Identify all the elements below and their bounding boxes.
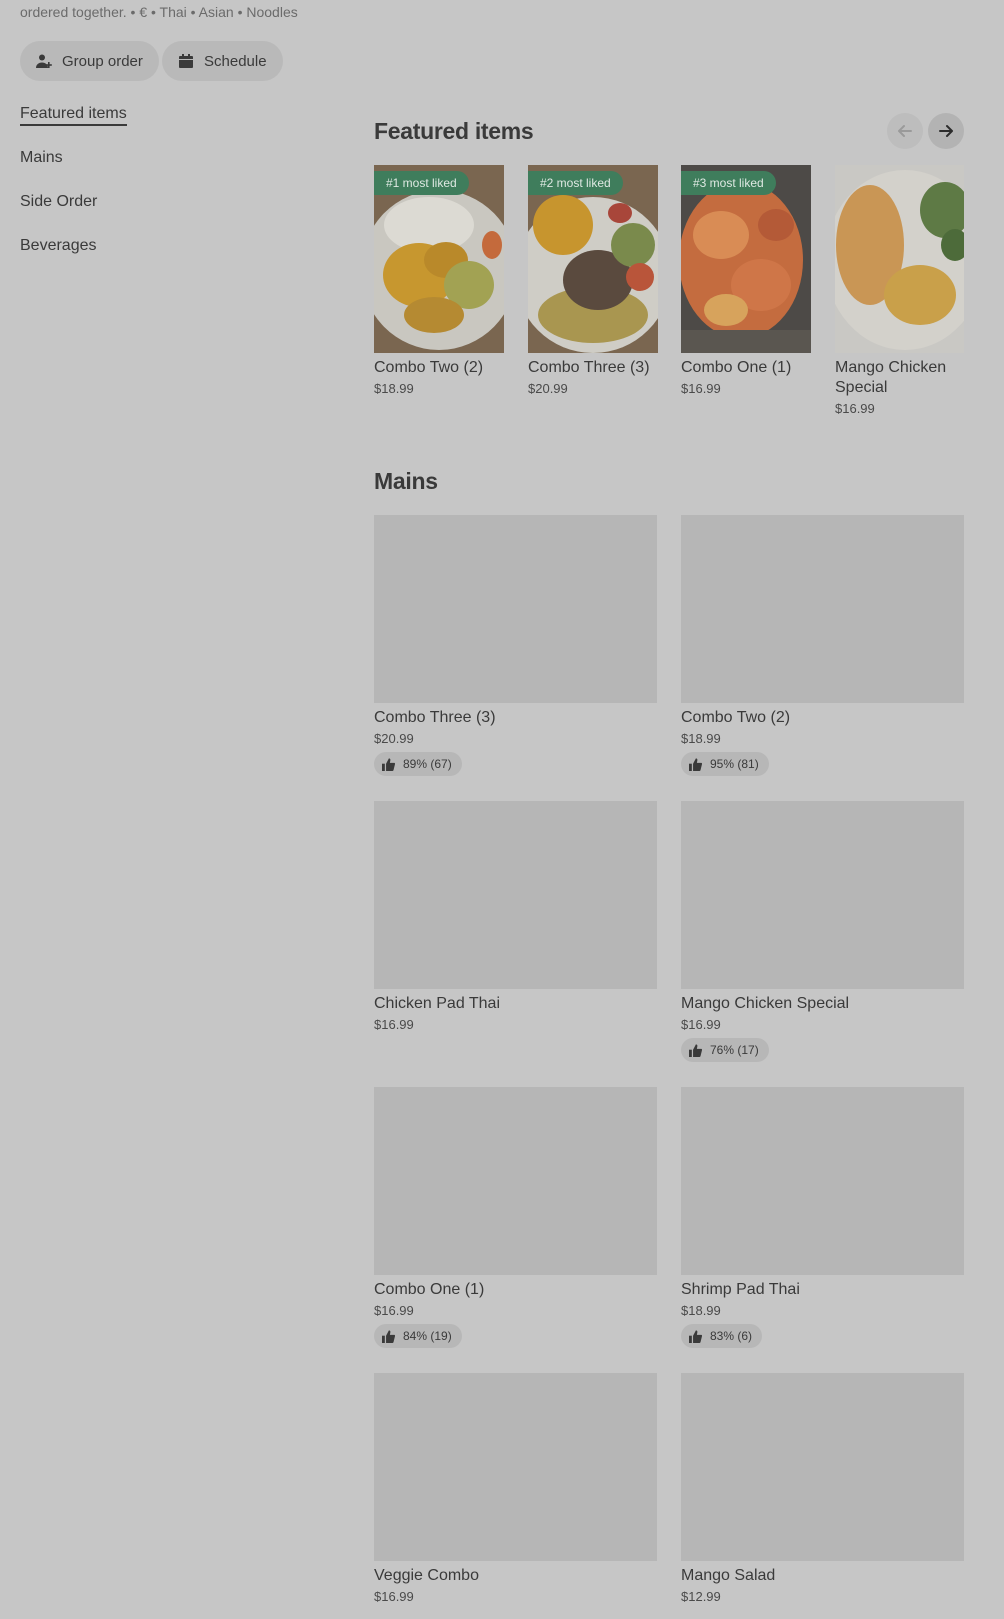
arrow-right-icon: [939, 125, 953, 137]
menu-item-price: $20.99: [374, 731, 414, 746]
featured-item-price: $16.99: [681, 381, 721, 396]
nav-item-mains[interactable]: Mains: [20, 144, 127, 188]
thumbs-up-icon: [689, 1043, 702, 1057]
rating-text: 95% (81): [710, 757, 759, 771]
rating-badge: 84% (19): [374, 1324, 462, 1348]
featured-item-image: #2 most liked: [528, 165, 658, 353]
menu-item-card[interactable]: Veggie Combo $16.99: [374, 1373, 657, 1604]
featured-carousel: #1 most liked Combo Two (2) $18.99 #2 mo…: [374, 165, 964, 425]
mains-section-title: Mains: [374, 468, 438, 494]
carousel-prev-button[interactable]: [887, 113, 923, 149]
rating-text: 89% (67): [403, 757, 452, 771]
most-liked-badge: #1 most liked: [374, 171, 469, 195]
menu-item-image: [374, 515, 657, 703]
category-nav: Featured items Mains Side Order Beverage…: [20, 100, 127, 276]
menu-item-image: [681, 801, 964, 989]
arrow-left-icon: [898, 125, 912, 137]
calendar-icon: [179, 54, 193, 68]
most-liked-badge: #3 most liked: [681, 171, 776, 195]
menu-item-card[interactable]: Combo Three (3) $20.99 89% (67): [374, 515, 657, 776]
schedule-button[interactable]: Schedule: [162, 41, 283, 81]
most-liked-badge: #2 most liked: [528, 171, 623, 195]
menu-item-name: Mango Salad: [681, 1567, 776, 1584]
nav-item-label: Mains: [20, 149, 63, 166]
featured-item-image: #3 most liked: [681, 165, 811, 353]
menu-item-image: [681, 515, 964, 703]
menu-item-card[interactable]: Combo Two (2) $18.99 95% (81): [681, 515, 964, 776]
featured-item-card[interactable]: #2 most liked Combo Three (3) $20.99: [528, 165, 658, 396]
menu-item-price: $16.99: [374, 1017, 414, 1032]
rating-badge: 89% (67): [374, 752, 462, 776]
nav-item-beverages[interactable]: Beverages: [20, 232, 127, 276]
featured-item-image: [835, 165, 964, 353]
nav-item-label: Featured items: [20, 105, 127, 126]
group-order-button[interactable]: Group order: [20, 41, 159, 81]
featured-item-price: $20.99: [528, 381, 568, 396]
featured-item-price: $16.99: [835, 401, 875, 416]
carousel-next-button[interactable]: [928, 113, 964, 149]
menu-item-name: Combo One (1): [374, 1281, 485, 1298]
thumbs-up-icon: [382, 757, 395, 771]
menu-item-price: $16.99: [374, 1589, 414, 1604]
featured-item-card[interactable]: Mango Chicken Special $16.99: [835, 165, 964, 416]
menu-item-name: Mango Chicken Special: [681, 995, 850, 1012]
featured-item-price: $18.99: [374, 381, 414, 396]
rating-badge: 76% (17): [681, 1038, 769, 1062]
rating-badge: 95% (81): [681, 752, 769, 776]
thumbs-up-icon: [689, 757, 702, 771]
menu-item-image: [374, 1087, 657, 1275]
featured-item-name: Combo One (1): [681, 359, 792, 376]
menu-item-card[interactable]: Mango Salad $12.99: [681, 1373, 964, 1604]
featured-item-name: Combo Three (3): [528, 359, 650, 376]
thumbs-up-icon: [689, 1329, 702, 1343]
menu-item-name: Chicken Pad Thai: [374, 995, 500, 1012]
featured-item-card[interactable]: #1 most liked Combo Two (2) $18.99: [374, 165, 504, 396]
featured-item-name: Combo Two (2): [374, 359, 484, 376]
menu-item-card[interactable]: Combo One (1) $16.99 84% (19): [374, 1087, 657, 1348]
menu-item-image: [374, 801, 657, 989]
menu-item-name: Veggie Combo: [374, 1567, 479, 1584]
menu-item-image: [681, 1087, 964, 1275]
menu-item-image: [681, 1373, 964, 1561]
thumbs-up-icon: [382, 1329, 395, 1343]
menu-item-price: $16.99: [681, 1017, 721, 1032]
menu-item-name: Combo Two (2): [681, 709, 791, 726]
menu-item-name: Shrimp Pad Thai: [681, 1281, 800, 1298]
menu-item-price: $18.99: [681, 1303, 721, 1318]
featured-item-card[interactable]: #3 most liked Combo One (1) $16.99: [681, 165, 811, 396]
person-plus-icon: [36, 54, 52, 68]
nav-item-label: Beverages: [20, 237, 97, 254]
menu-item-card[interactable]: Mango Chicken Special $16.99 76% (17): [681, 801, 964, 1062]
rating-text: 84% (19): [403, 1329, 452, 1343]
store-meta-line: ordered together. • € • Thai • Asian • N…: [20, 4, 298, 20]
menu-item-price: $18.99: [681, 731, 721, 746]
nav-item-side-order[interactable]: Side Order: [20, 188, 127, 232]
schedule-label: Schedule: [204, 52, 267, 70]
rating-text: 83% (6): [710, 1329, 753, 1343]
nav-item-featured-items[interactable]: Featured items: [20, 100, 127, 144]
group-order-label: Group order: [62, 52, 143, 70]
nav-item-label: Side Order: [20, 193, 98, 210]
menu-item-card[interactable]: Chicken Pad Thai $16.99: [374, 801, 657, 1032]
featured-item-name: Mango Chicken Special: [835, 359, 947, 396]
menu-item-name: Combo Three (3): [374, 709, 496, 726]
rating-text: 76% (17): [710, 1043, 759, 1057]
menu-item-price: $12.99: [681, 1589, 721, 1604]
featured-section-title: Featured items: [374, 118, 534, 144]
menu-item-price: $16.99: [374, 1303, 414, 1318]
rating-badge: 83% (6): [681, 1324, 763, 1348]
featured-item-image: #1 most liked: [374, 165, 504, 353]
menu-item-card[interactable]: Shrimp Pad Thai $18.99 83% (6): [681, 1087, 964, 1348]
menu-item-image: [374, 1373, 657, 1561]
